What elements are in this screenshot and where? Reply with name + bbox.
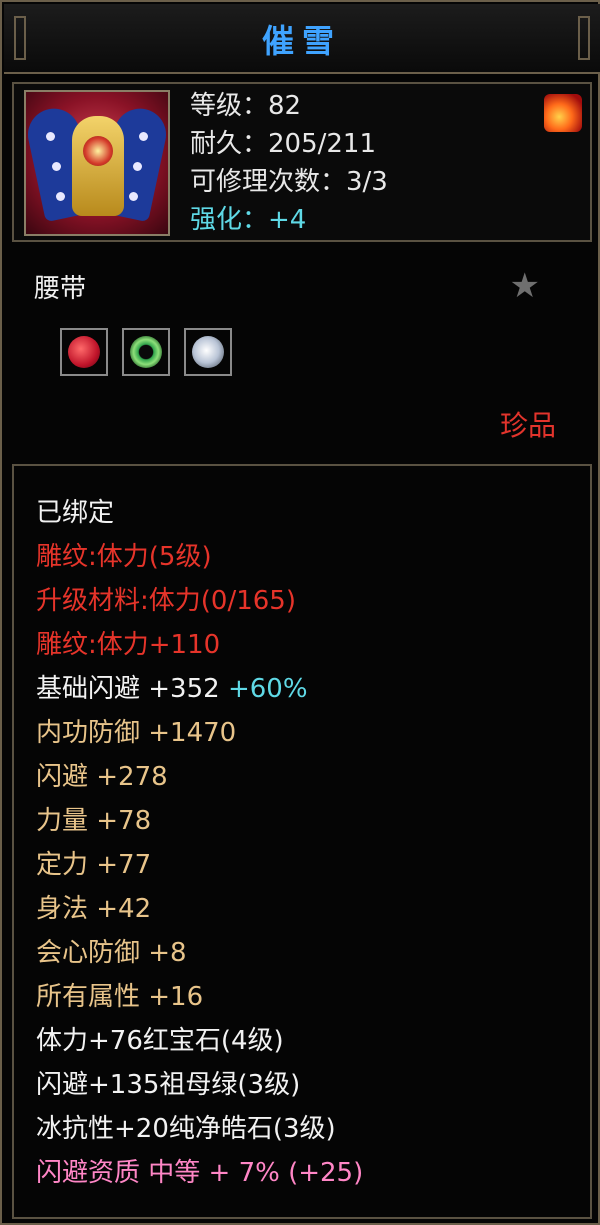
aptitude-line: 闪避资质 中等 + 7% (+25) <box>36 1158 364 1188</box>
ruby-gem-icon[interactable] <box>60 328 108 376</box>
stat-line: 力量 +78 <box>36 806 152 836</box>
rarity-label: 珍品 <box>499 409 556 442</box>
diamond-gem-icon[interactable] <box>184 328 232 376</box>
emerald-ring-icon[interactable] <box>122 328 170 376</box>
stat-line: 会心防御 +8 <box>36 938 187 968</box>
engraving-line: 雕纹:体力(5级) <box>36 542 212 572</box>
item-icon-gem-center <box>83 136 113 166</box>
item-tooltip: 催雪 等级：82 耐久：205/211 可修理次数：3/3 强化：+4 腰带 ★ <box>0 0 600 1225</box>
upgrade-material-line: 升级材料:体力(0/165) <box>36 586 296 616</box>
item-icon-stud <box>56 192 65 201</box>
stat-line: 所有属性 +16 <box>36 982 204 1012</box>
engraving-bonus-line: 雕纹:体力+110 <box>36 630 221 660</box>
base-dodge-value: 基础闪避 +352 <box>36 674 220 704</box>
item-icon-stud <box>129 192 138 201</box>
bound-status: 已绑定 <box>36 498 115 528</box>
gem-bonus-line: 闪避+135祖母绿(3级) <box>36 1070 301 1100</box>
item-name: 催雪 <box>261 22 342 60</box>
item-icon-stud <box>52 162 61 171</box>
item-durability: 耐久：205/211 <box>190 129 377 159</box>
stat-line: 身法 +42 <box>36 894 152 924</box>
item-repair-count: 可修理次数：3/3 <box>190 167 388 197</box>
item-icon-stud <box>133 162 142 171</box>
title-decoration-right <box>578 16 590 60</box>
item-summary-panel: 等级：82 耐久：205/211 可修理次数：3/3 强化：+4 <box>12 82 592 242</box>
item-type-panel: 腰带 ★ 珍品 <box>4 246 600 456</box>
flame-icon[interactable] <box>544 94 582 132</box>
title-bar: 催雪 <box>4 4 600 74</box>
stat-line: 闪避 +278 <box>36 762 168 792</box>
base-dodge-line: 基础闪避 +352 +60% <box>36 672 308 706</box>
item-icon-stud <box>139 132 148 141</box>
stat-line: 定力 +77 <box>36 850 152 880</box>
star-icon[interactable]: ★ <box>510 266 540 306</box>
item-enhancement: 强化：+4 <box>190 205 307 235</box>
item-type-label: 腰带 <box>34 274 87 304</box>
item-icon-buckle <box>72 116 124 216</box>
gem-bonus-line: 体力+76红宝石(4级) <box>36 1026 284 1056</box>
attribute-panel: 已绑定 雕纹:体力(5级) 升级材料:体力(0/165) 雕纹:体力+110 基… <box>12 464 592 1219</box>
item-icon-stud <box>46 132 55 141</box>
base-dodge-bonus: +60% <box>227 674 308 704</box>
armor-belt-icon <box>24 90 170 236</box>
stat-line: 内功防御 +1470 <box>36 718 237 748</box>
gem-bonus-line: 冰抗性+20纯净皓石(3级) <box>36 1114 336 1144</box>
item-level: 等级：82 <box>190 91 302 121</box>
